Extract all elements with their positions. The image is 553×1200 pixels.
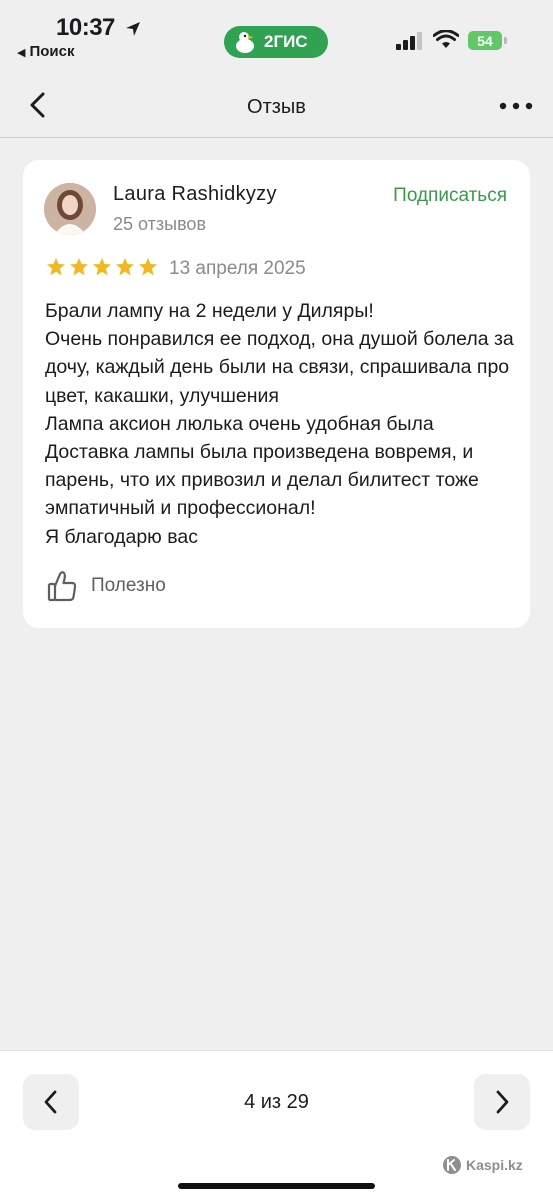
back-to-app-link[interactable]: ◀ Поиск: [17, 43, 74, 60]
review-card: Laura Rashidkyzy 25 отзывов Подписаться …: [23, 160, 530, 628]
star-rating: [46, 257, 158, 277]
page-title: Отзыв: [247, 96, 306, 118]
battery-indicator: 54: [468, 31, 502, 50]
app-badge-label: 2ГИС: [264, 32, 308, 51]
home-indicator[interactable]: [178, 1183, 375, 1189]
next-review-button[interactable]: [474, 1074, 530, 1130]
back-app-label: Поиск: [29, 43, 75, 60]
chevron-right-icon: [496, 1090, 509, 1114]
helpful-button[interactable]: Полезно: [47, 570, 166, 602]
battery-level: 54: [477, 32, 493, 49]
cellular-signal-icon: [396, 32, 422, 50]
pager-position: 4 из 29: [244, 1091, 309, 1113]
review-text: Брали лампу на 2 недели у Диляры! Очень …: [45, 300, 514, 548]
star-icon: [116, 258, 134, 276]
gis-logo-icon: [236, 32, 254, 53]
app-badge[interactable]: 2ГИС: [224, 26, 328, 58]
kaspi-logo-icon: [443, 1156, 461, 1174]
location-arrow-icon: [126, 22, 140, 36]
back-triangle-icon: ◀: [17, 47, 26, 59]
watermark: Kaspi.kz: [442, 1155, 523, 1175]
star-icon: [70, 258, 88, 276]
author-name[interactable]: Laura Rashidkyzy: [113, 183, 277, 206]
watermark-text: Kaspi.kz: [466, 1157, 523, 1173]
review-date: 13 апреля 2025: [169, 258, 306, 279]
star-icon: [93, 258, 111, 276]
avatar-portrait-icon: [44, 183, 96, 235]
subscribe-button[interactable]: Подписаться: [393, 185, 507, 207]
status-bar: 10:37 ◀ Поиск 2ГИС 54: [0, 0, 553, 70]
avatar[interactable]: [44, 183, 96, 235]
nav-bar: Отзыв: [0, 70, 553, 138]
star-icon: [47, 258, 65, 276]
battery-tip: [504, 37, 507, 44]
more-options-icon[interactable]: [498, 96, 536, 116]
wifi-icon: [433, 30, 459, 48]
helpful-label: Полезно: [91, 575, 166, 596]
thumbs-up-icon: [47, 571, 77, 602]
pager-bar: 4 из 29 Kaspi.kz: [0, 1050, 553, 1200]
star-icon: [139, 258, 157, 276]
author-review-count: 25 отзывов: [113, 214, 207, 234]
clock: 10:37: [56, 14, 115, 41]
